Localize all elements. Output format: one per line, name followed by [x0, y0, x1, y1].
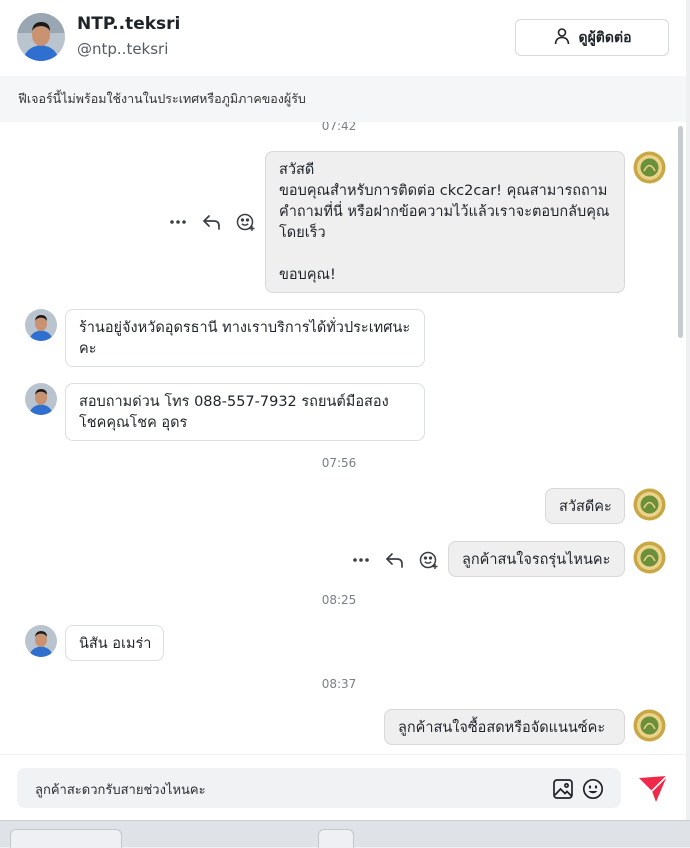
person-icon — [553, 27, 571, 49]
timestamp: 07:42 — [321, 122, 357, 133]
view-contact-button[interactable]: ดูผู้ติดต่อ — [515, 19, 669, 56]
page-logo — [633, 541, 666, 574]
window-tab[interactable] — [10, 829, 122, 848]
send-icon[interactable] — [636, 774, 670, 804]
reply-icon[interactable] — [385, 550, 405, 570]
message-bubble-incoming[interactable]: สอบถามด่วน โทร 088-557-7932 รถยนต์มือสอง… — [65, 383, 425, 441]
image-icon[interactable] — [552, 778, 574, 800]
timestamp: 08:37 — [321, 677, 357, 691]
message-list[interactable]: 07:42 สวัสดี ขอบคุณสำหรับการติดต่อ ckc2c… — [0, 122, 686, 754]
page-logo — [633, 709, 666, 742]
chat-header: NTP..teksri @ntp..teksri ดูผู้ติดต่อ — [0, 0, 686, 76]
message-bubble-outgoing[interactable]: สวัสดี ขอบคุณสำหรับการติดต่อ ckc2car! คุ… — [265, 151, 625, 293]
message-bubble-incoming[interactable]: นิสัน อเมร่า — [65, 625, 164, 661]
contact-handle: @ntp..teksri — [77, 40, 169, 58]
more-icon[interactable] — [351, 550, 371, 570]
message-actions — [168, 212, 256, 232]
message-bubble-outgoing[interactable]: สวัสดีคะ — [545, 488, 625, 524]
contact-avatar[interactable] — [17, 13, 65, 61]
message-bubble-outgoing[interactable]: ลูกค้าสนใจซื้อสดหรือจัดแนนซ์คะ — [384, 709, 625, 745]
user-avatar — [25, 625, 57, 657]
message-actions — [351, 550, 439, 570]
user-avatar — [25, 309, 57, 341]
add-reaction-icon[interactable] — [236, 212, 256, 232]
message-bubble-incoming[interactable]: ร้านอยู่จังหวัดอุดรธานี ทางเราบริการได้ท… — [65, 309, 425, 367]
chat-panel: NTP..teksri @ntp..teksri ดูผู้ติดต่อ ฟีเ… — [0, 0, 686, 820]
composer-area — [0, 754, 686, 820]
add-reaction-icon[interactable] — [419, 550, 439, 570]
more-icon[interactable] — [168, 212, 188, 232]
chat-scrollbar[interactable] — [678, 126, 683, 338]
view-contact-label: ดูผู้ติดต่อ — [578, 29, 632, 46]
timestamp: 07:56 — [321, 456, 357, 470]
taskbar-strip — [0, 820, 690, 848]
timestamp: 08:25 — [321, 593, 357, 607]
user-avatar — [25, 383, 57, 415]
emoji-icon[interactable] — [582, 778, 604, 800]
message-composer — [17, 768, 621, 808]
contact-name: NTP..teksri — [77, 14, 181, 34]
unavailable-feature-banner: ฟีเจอร์นี้ไม่พร้อมใช้งานในประเทศหรือภูมิ… — [0, 76, 686, 122]
page-logo — [633, 151, 666, 184]
message-bubble-outgoing[interactable]: ลูกค้าสนใจรถรุ่นไหนคะ — [448, 541, 625, 577]
message-input[interactable] — [33, 778, 537, 800]
page-logo — [633, 488, 666, 521]
reply-icon[interactable] — [202, 212, 222, 232]
window-tab[interactable] — [318, 829, 354, 848]
